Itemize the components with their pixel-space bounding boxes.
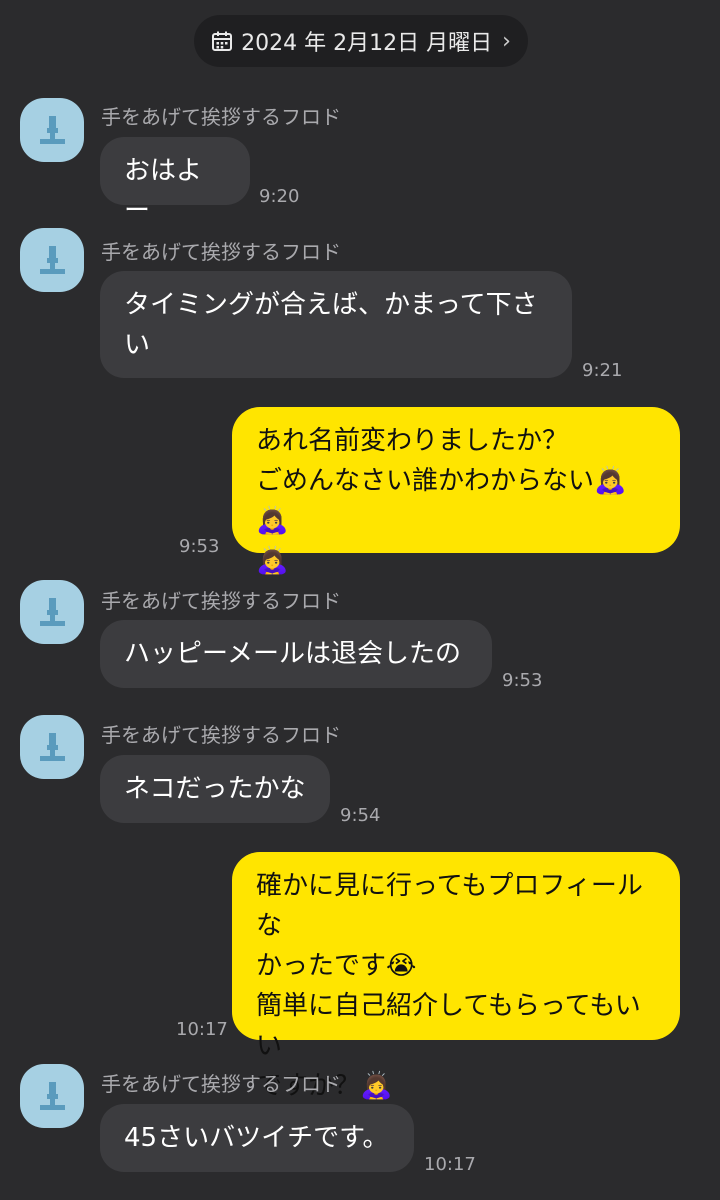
message-bubble[interactable]: ネコだったかな — [100, 755, 330, 823]
date-selector[interactable]: 2024 年 2月12日 月曜日 › — [194, 15, 528, 67]
message-time: 10:17 — [176, 1019, 228, 1040]
message-text: い — [124, 330, 151, 360]
message-time: 9:20 — [259, 186, 300, 207]
message-bubble[interactable]: あれ名前変わりましたか？ ごめんなさい誰かわからない🙇‍♀️🙇‍♀️ 🙇‍♀️ — [232, 407, 680, 576]
message-bubble[interactable]: 確かに見に行ってもプロフィールな かったです😭 簡単に自己紹介してもらってもいい… — [232, 852, 680, 1101]
message-text: 45さいバツイチです。 — [124, 1123, 389, 1153]
chevron-right-icon: › — [502, 28, 511, 54]
message-bubble[interactable]: 45さいバツイチです。 — [100, 1104, 414, 1172]
message-text: 簡単に自己紹介してもらってもいい — [256, 991, 641, 1061]
default-profile-icon — [40, 733, 65, 761]
message-text: ハッピーメールは退会したの — [124, 639, 461, 669]
message-time: 9:21 — [582, 360, 623, 381]
message-text: かったです😭 — [256, 951, 417, 981]
message-text: ごめんなさい誰かわからない🙇‍♀️🙇‍♀️ — [256, 466, 627, 536]
default-profile-icon — [40, 246, 65, 274]
sender-name: 手をあげて挨拶するフロド — [101, 1072, 341, 1096]
date-label: 2024 年 2月12日 月曜日 — [241, 31, 493, 56]
message-bubble[interactable]: おはよー — [100, 137, 250, 226]
sender-avatar[interactable] — [20, 228, 84, 292]
sender-avatar[interactable] — [20, 715, 84, 779]
message-time: 9:53 — [502, 670, 543, 691]
message-text: 🙇‍♀️ — [256, 546, 289, 576]
default-profile-icon — [40, 1082, 65, 1110]
sender-name: 手をあげて挨拶するフロド — [101, 105, 341, 129]
message-text: あれ名前変わりましたか？ — [256, 426, 569, 456]
message-text: タイミングが合えば、かまって下さ — [124, 290, 538, 320]
sender-avatar[interactable] — [20, 580, 84, 644]
message-time: 10:17 — [424, 1154, 476, 1175]
sender-avatar[interactable] — [20, 1064, 84, 1128]
sender-name: 手をあげて挨拶するフロド — [101, 723, 341, 747]
sender-avatar[interactable] — [20, 98, 84, 162]
default-profile-icon — [40, 116, 65, 144]
message-text: ネコだったかな — [124, 774, 306, 804]
message-bubble[interactable]: タイミングが合えば、かまって下さ い — [100, 271, 572, 378]
calendar-icon — [212, 31, 233, 51]
message-bubble[interactable]: ハッピーメールは退会したの — [100, 620, 492, 688]
message-text: おはよー — [124, 156, 203, 226]
message-time: 9:53 — [179, 536, 220, 557]
default-profile-icon — [40, 598, 65, 626]
sender-name: 手をあげて挨拶するフロド — [101, 240, 341, 264]
sender-name: 手をあげて挨拶するフロド — [101, 589, 341, 613]
message-text: 確かに見に行ってもプロフィールな — [256, 871, 643, 941]
message-time: 9:54 — [340, 805, 381, 826]
